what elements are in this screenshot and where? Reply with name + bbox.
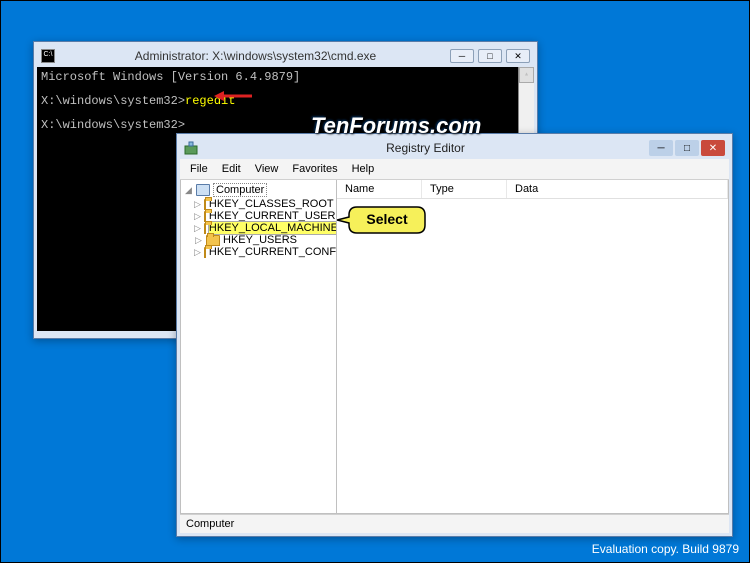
minimize-button[interactable]: ─ [450, 49, 474, 63]
tree-item-hku[interactable]: ▷ HKEY_USERS [193, 234, 334, 246]
maximize-button[interactable]: □ [478, 49, 502, 63]
menu-edit[interactable]: Edit [216, 161, 247, 177]
regedit-window: Registry Editor ─ □ ✕ File Edit View Fav… [176, 133, 733, 537]
cmd-typed-command: regedit [185, 94, 235, 108]
list-body-empty [337, 199, 728, 513]
computer-icon [196, 184, 210, 196]
regedit-window-title: Registry Editor [204, 141, 647, 155]
expand-icon[interactable]: ▷ [194, 248, 201, 257]
expand-icon[interactable]: ▷ [194, 200, 201, 209]
maximize-button[interactable]: □ [675, 140, 699, 156]
collapse-icon[interactable]: ◢ [184, 186, 193, 195]
regedit-tree-panel: ◢ Computer ▷ HKEY_CLASSES_ROOT ▷ HKEY_CU… [181, 180, 337, 513]
cmd-prompt-line: X:\windows\system32> [41, 117, 530, 133]
tree-item-hklm[interactable]: ▷ HKEY_LOCAL_MACHINE [193, 222, 334, 234]
tree-item-hkcr[interactable]: ▷ HKEY_CLASSES_ROOT [193, 198, 334, 210]
expand-icon[interactable]: ▷ [194, 212, 201, 221]
evaluation-watermark: Evaluation copy. Build 9879 [592, 542, 739, 556]
scroll-up-icon[interactable]: ▴ [519, 67, 534, 83]
tree-item-hkcu[interactable]: ▷ HKEY_CURRENT_USER [193, 210, 334, 222]
regedit-menubar: File Edit View Favorites Help [180, 159, 729, 180]
cmd-window-title: Administrator: X:\windows\system32\cmd.e… [61, 49, 450, 63]
regedit-statusbar: Computer [180, 514, 729, 533]
tree-item-hkcc[interactable]: ▷ HKEY_CURRENT_CONFIG [193, 246, 334, 258]
regedit-icon [184, 141, 198, 155]
close-button[interactable]: ✕ [506, 49, 530, 63]
cmd-prompt-line: X:\windows\system32>regedit [41, 93, 530, 109]
close-button[interactable]: ✕ [701, 140, 725, 156]
regedit-titlebar[interactable]: Registry Editor ─ □ ✕ [180, 137, 729, 159]
menu-file[interactable]: File [184, 161, 214, 177]
column-header-data[interactable]: Data [507, 180, 728, 198]
list-header-row: Name Type Data [337, 180, 728, 199]
cmd-output-line: Microsoft Windows [Version 6.4.9879] [41, 69, 530, 85]
folder-icon [204, 247, 206, 258]
menu-help[interactable]: Help [346, 161, 381, 177]
folder-icon [204, 223, 206, 234]
expand-icon[interactable]: ▷ [194, 224, 201, 233]
minimize-button[interactable]: ─ [649, 140, 673, 156]
regedit-list-panel: Name Type Data [337, 180, 728, 513]
cmd-titlebar[interactable]: C:\ Administrator: X:\windows\system32\c… [37, 45, 534, 67]
expand-icon[interactable]: ▷ [194, 236, 203, 245]
menu-view[interactable]: View [249, 161, 285, 177]
column-header-name[interactable]: Name [337, 180, 422, 198]
menu-favorites[interactable]: Favorites [286, 161, 343, 177]
cmd-icon: C:\ [41, 49, 55, 63]
column-header-type[interactable]: Type [422, 180, 507, 198]
